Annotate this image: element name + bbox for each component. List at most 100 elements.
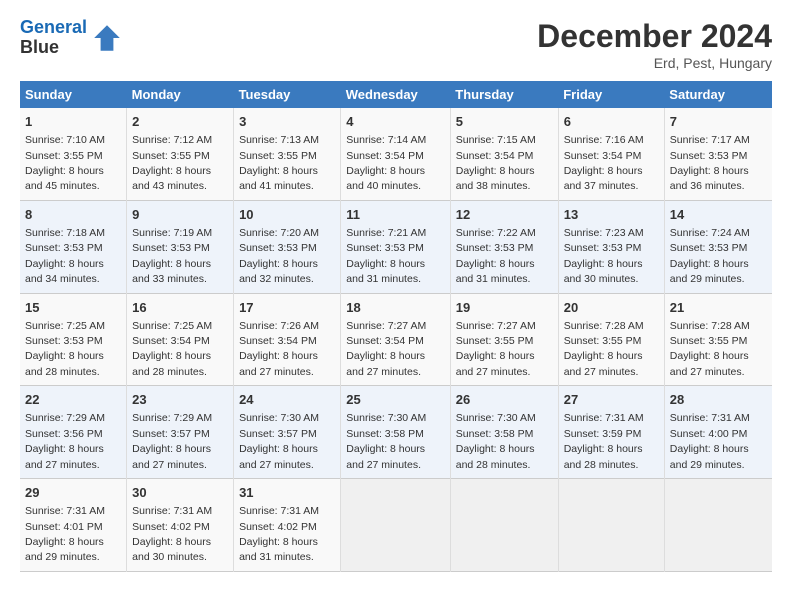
day-number: 1 [25,113,121,131]
day-cell: 18Sunrise: 7:27 AMSunset: 3:54 PMDayligh… [341,293,450,386]
day-cell: 25 Sunrise: 7:30 AMSunset: 3:58 PMDayligh… [341,386,450,479]
day-cell: 2 Sunrise: 7:12 AMSunset: 3:55 PMDaylight… [127,108,234,200]
day-cell: 29 Sunrise: 7:31 AMSunset: 4:01 PMDayligh… [20,479,127,572]
month-title: December 2024 [537,18,772,55]
day-cell: 5 Sunrise: 7:15 AMSunset: 3:54 PMDaylight… [450,108,558,200]
week-row-4: 22 Sunrise: 7:29 AMSunset: 3:56 PMDayligh… [20,386,772,479]
header-friday: Friday [558,81,664,108]
day-cell: 14 Sunrise: 7:24 AMSunset: 3:53 PMDayligh… [664,200,772,293]
day-cell: 19Sunrise: 7:27 AMSunset: 3:55 PMDayligh… [450,293,558,386]
header-monday: Monday [127,81,234,108]
day-number: 9 [132,206,228,224]
day-info: Sunrise: 7:15 AMSunset: 3:54 PMDaylight:… [456,134,536,192]
day-info: Sunrise: 7:20 AMSunset: 3:53 PMDaylight:… [239,227,319,285]
logo-icon [91,22,123,54]
day-info: Sunrise: 7:31 AMSunset: 4:01 PMDaylight:… [25,505,105,563]
day-info: Sunrise: 7:30 AMSunset: 3:58 PMDaylight:… [346,412,426,470]
day-info: Sunrise: 7:27 AMSunset: 3:55 PMDaylight:… [456,320,536,378]
header-saturday: Saturday [664,81,772,108]
day-info: Sunrise: 7:29 AMSunset: 3:57 PMDaylight:… [132,412,212,470]
day-cell: 17Sunrise: 7:26 AMSunset: 3:54 PMDayligh… [234,293,341,386]
day-number: 22 [25,391,121,409]
day-number: 27 [564,391,659,409]
header-sunday: Sunday [20,81,127,108]
week-row-5: 29 Sunrise: 7:31 AMSunset: 4:01 PMDayligh… [20,479,772,572]
day-cell: 6 Sunrise: 7:16 AMSunset: 3:54 PMDaylight… [558,108,664,200]
day-info: Sunrise: 7:30 AMSunset: 3:57 PMDaylight:… [239,412,319,470]
day-cell: 31Sunrise: 7:31 AMSunset: 4:02 PMDayligh… [234,479,341,572]
day-info: Sunrise: 7:14 AMSunset: 3:54 PMDaylight:… [346,134,426,192]
day-number: 25 [346,391,444,409]
day-number: 2 [132,113,228,131]
day-info: Sunrise: 7:29 AMSunset: 3:56 PMDaylight:… [25,412,105,470]
day-cell: 12 Sunrise: 7:22 AMSunset: 3:53 PMDayligh… [450,200,558,293]
location-subtitle: Erd, Pest, Hungary [537,55,772,71]
day-info: Sunrise: 7:12 AMSunset: 3:55 PMDaylight:… [132,134,212,192]
day-info: Sunrise: 7:13 AMSunset: 3:55 PMDaylight:… [239,134,319,192]
day-cell: 22 Sunrise: 7:29 AMSunset: 3:56 PMDayligh… [20,386,127,479]
day-info: Sunrise: 7:30 AMSunset: 3:58 PMDaylight:… [456,412,536,470]
day-info: Sunrise: 7:10 AMSunset: 3:55 PMDaylight:… [25,134,105,192]
day-cell: 10Sunrise: 7:20 AMSunset: 3:53 PMDayligh… [234,200,341,293]
day-info: Sunrise: 7:23 AMSunset: 3:53 PMDaylight:… [564,227,644,285]
day-number: 16 [132,299,228,317]
day-number: 24 [239,391,335,409]
day-cell: 13 Sunrise: 7:23 AMSunset: 3:53 PMDayligh… [558,200,664,293]
day-number: 3 [239,113,335,131]
day-cell: 11 Sunrise: 7:21 AMSunset: 3:53 PMDayligh… [341,200,450,293]
day-cell: 20 Sunrise: 7:28 AMSunset: 3:55 PMDayligh… [558,293,664,386]
week-row-1: 1 Sunrise: 7:10 AMSunset: 3:55 PMDaylight… [20,108,772,200]
day-number: 23 [132,391,228,409]
day-info: Sunrise: 7:16 AMSunset: 3:54 PMDaylight:… [564,134,644,192]
day-number: 15 [25,299,121,317]
day-cell: 30Sunrise: 7:31 AMSunset: 4:02 PMDayligh… [127,479,234,572]
day-info: Sunrise: 7:17 AMSunset: 3:53 PMDaylight:… [670,134,750,192]
day-number: 20 [564,299,659,317]
day-info: Sunrise: 7:21 AMSunset: 3:53 PMDaylight:… [346,227,426,285]
day-cell: 9Sunrise: 7:19 AMSunset: 3:53 PMDaylight… [127,200,234,293]
day-number: 13 [564,206,659,224]
logo: GeneralBlue [20,18,123,58]
day-number: 21 [670,299,767,317]
day-info: Sunrise: 7:18 AMSunset: 3:53 PMDaylight:… [25,227,105,285]
day-cell: 21 Sunrise: 7:28 AMSunset: 3:55 PMDayligh… [664,293,772,386]
page-header: GeneralBlue December 2024 Erd, Pest, Hun… [20,18,772,71]
day-number: 29 [25,484,121,502]
day-number: 14 [670,206,767,224]
header-thursday: Thursday [450,81,558,108]
day-cell: 8 Sunrise: 7:18 AMSunset: 3:53 PMDaylight… [20,200,127,293]
day-info: Sunrise: 7:28 AMSunset: 3:55 PMDaylight:… [564,320,644,378]
day-info: Sunrise: 7:25 AMSunset: 3:54 PMDaylight:… [132,320,212,378]
header-tuesday: Tuesday [234,81,341,108]
day-number: 6 [564,113,659,131]
day-cell: 23 Sunrise: 7:29 AMSunset: 3:57 PMDayligh… [127,386,234,479]
weekday-header-row: Sunday Monday Tuesday Wednesday Thursday… [20,81,772,108]
day-number: 8 [25,206,121,224]
day-number: 11 [346,206,444,224]
day-cell [341,479,450,572]
day-info: Sunrise: 7:27 AMSunset: 3:54 PMDaylight:… [346,320,426,378]
week-row-2: 8 Sunrise: 7:18 AMSunset: 3:53 PMDaylight… [20,200,772,293]
day-number: 30 [132,484,228,502]
day-number: 12 [456,206,553,224]
day-number: 28 [670,391,767,409]
title-block: December 2024 Erd, Pest, Hungary [537,18,772,71]
day-info: Sunrise: 7:31 AMSunset: 3:59 PMDaylight:… [564,412,644,470]
day-number: 4 [346,113,444,131]
day-info: Sunrise: 7:22 AMSunset: 3:53 PMDaylight:… [456,227,536,285]
day-cell: 26Sunrise: 7:30 AMSunset: 3:58 PMDayligh… [450,386,558,479]
day-number: 5 [456,113,553,131]
day-cell: 16 Sunrise: 7:25 AMSunset: 3:54 PMDayligh… [127,293,234,386]
calendar-table: Sunday Monday Tuesday Wednesday Thursday… [20,81,772,572]
day-cell: 28Sunrise: 7:31 AMSunset: 4:00 PMDayligh… [664,386,772,479]
day-cell: 4 Sunrise: 7:14 AMSunset: 3:54 PMDaylight… [341,108,450,200]
day-number: 7 [670,113,767,131]
day-cell [558,479,664,572]
day-info: Sunrise: 7:31 AMSunset: 4:02 PMDaylight:… [239,505,319,563]
day-cell [450,479,558,572]
day-cell: 3 Sunrise: 7:13 AMSunset: 3:55 PMDaylight… [234,108,341,200]
day-cell: 1 Sunrise: 7:10 AMSunset: 3:55 PMDaylight… [20,108,127,200]
day-cell: 7 Sunrise: 7:17 AMSunset: 3:53 PMDaylight… [664,108,772,200]
day-info: Sunrise: 7:24 AMSunset: 3:53 PMDaylight:… [670,227,750,285]
day-info: Sunrise: 7:28 AMSunset: 3:55 PMDaylight:… [670,320,750,378]
